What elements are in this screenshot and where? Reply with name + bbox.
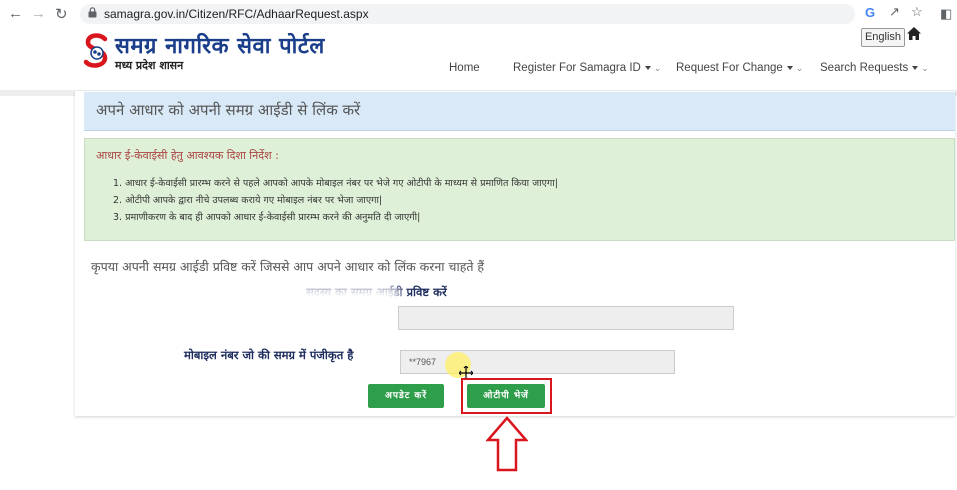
url-text: samagra.gov.in/Citizen/RFC/AdhaarRequest… <box>104 7 369 21</box>
nav-search-requests-label: Search Requests <box>820 62 909 74</box>
mobile-number-field[interactable]: **7967 <box>400 350 675 374</box>
language-toggle-button[interactable]: English <box>861 28 905 47</box>
home-icon[interactable] <box>907 27 921 40</box>
page-title: अपने आधार को अपनी समग्र आईडी से लिंक करे… <box>96 101 361 119</box>
chevron-down-icon <box>912 65 919 70</box>
chevron-down-icon <box>786 65 793 70</box>
forward-arrow-icon[interactable]: → <box>31 5 46 22</box>
chevron-down-icon: ⌄ <box>921 63 929 73</box>
portal-subtitle: मध्य प्रदेश शासन <box>115 59 184 72</box>
lock-icon <box>88 7 97 18</box>
share-icon[interactable]: ↗ <box>889 4 900 20</box>
mobile-number-label: मोबाइल नंबर जो की समग्र में पंजीकृत है <box>184 348 354 362</box>
reload-icon[interactable]: ↻ <box>55 5 68 23</box>
samagra-prompt-text: कृपया अपनी समग्र आईडी प्रविष्ट करें जिसस… <box>91 259 485 274</box>
samagra-id-input[interactable] <box>398 306 734 330</box>
address-bar[interactable]: samagra.gov.in/Citizen/RFC/AdhaarRequest… <box>80 4 923 24</box>
sidebar-panel-icon[interactable]: ◧ <box>940 6 952 22</box>
nav-request-change-label: Request For Change <box>676 62 783 74</box>
chevron-down-icon: ⌄ <box>795 63 804 73</box>
nav-request-change-dropdown[interactable]: Request For Change ⌄ <box>676 62 803 74</box>
arrow-up-icon <box>486 416 528 472</box>
portal-title: समग्र नागरिक सेवा पोर्टल <box>115 34 325 59</box>
instruction-item: 2. ओटीपी आपके द्वारा नीचे उपलब्ध कराये ग… <box>113 195 383 206</box>
chevron-down-icon <box>644 65 651 70</box>
nav-home[interactable]: Home <box>449 62 480 74</box>
google-icon[interactable]: G <box>865 5 875 20</box>
samagra-logo-icon <box>83 33 108 68</box>
panel-heading: अपने आधार को अपनी समग्र आईडी से लिंक करे… <box>84 92 955 131</box>
instruction-item: 3. प्रमाणीकरण के बाद ही आपको आधार ई-केवा… <box>113 212 421 223</box>
redaction-blur <box>270 286 400 334</box>
instruction-item: 1. आधार ई-केवाईसी प्रारम्भ करने से पहले … <box>113 178 558 189</box>
back-arrow-icon[interactable]: ← <box>8 5 23 22</box>
chevron-down-icon: ⌄ <box>653 63 662 73</box>
update-button[interactable]: अपडेट करें <box>368 384 444 408</box>
instructions-box: आधार ई-केवाईसी हेतु आवश्यक दिशा निर्देश … <box>84 138 955 241</box>
browser-toolbar: ← → ↻ samagra.gov.in/Citizen/RFC/AdhaarR… <box>0 0 957 29</box>
nav-search-requests-dropdown[interactable]: Search Requests ⌄ <box>820 62 929 74</box>
bookmark-star-icon[interactable]: ☆ <box>911 4 923 20</box>
nav-register-label: Register For Samagra ID <box>513 62 641 74</box>
instructions-heading: आधार ई-केवाईसी हेतु आवश्यक दिशा निर्देश … <box>96 149 279 162</box>
highlight-box <box>461 378 552 414</box>
nav-register-dropdown[interactable]: Register For Samagra ID ⌄ <box>513 62 661 74</box>
nav-home-label: Home <box>449 62 480 74</box>
